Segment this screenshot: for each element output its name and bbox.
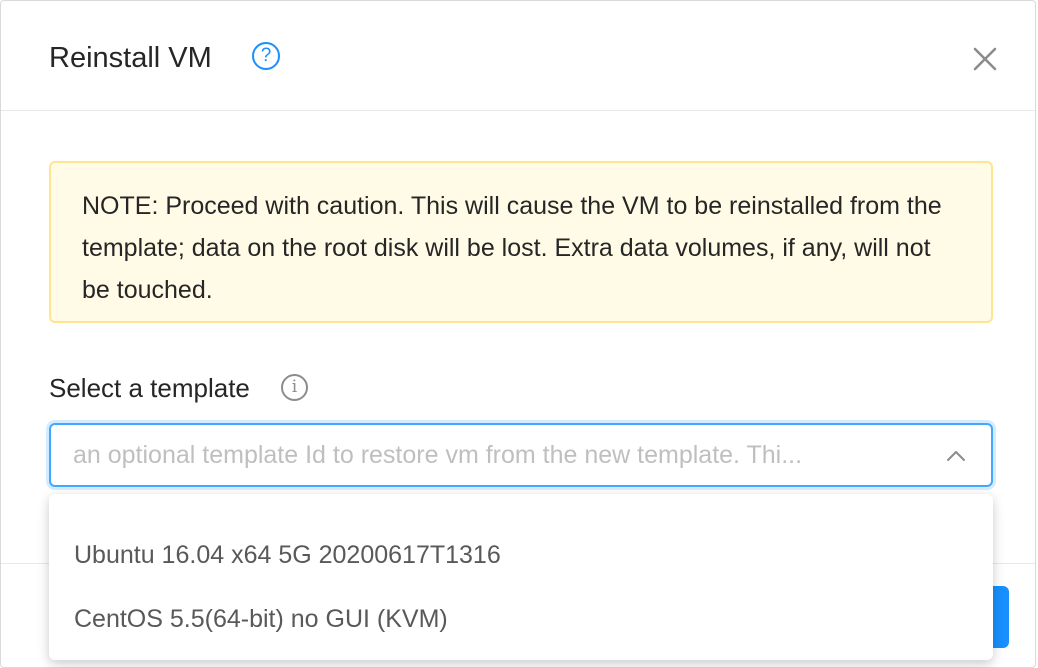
template-select[interactable]: an optional template Id to restore vm fr…: [49, 423, 993, 487]
close-icon-glyph: [973, 47, 997, 71]
template-select-placeholder: an optional template Id to restore vm fr…: [73, 441, 803, 469]
info-icon[interactable]: i: [281, 374, 308, 401]
template-option[interactable]: Ubuntu 16.04 x64 5G 20200617T1316: [49, 525, 993, 585]
template-option[interactable]: CentOS 5.5(64-bit) no GUI (KVM): [49, 589, 993, 649]
chevron-up-icon: [947, 451, 965, 461]
close-icon[interactable]: [969, 43, 1001, 75]
reinstall-vm-dialog: Reinstall VM ? NOTE: Proceed with cautio…: [0, 0, 1036, 668]
template-dropdown: Ubuntu 16.04 x64 5G 20200617T1316 CentOS…: [49, 494, 993, 660]
template-field-label: Select a template: [49, 373, 250, 403]
dialog-title: Reinstall VM: [49, 42, 212, 74]
dialog-header: Reinstall VM ?: [1, 1, 1035, 111]
warning-alert: NOTE: Proceed with caution. This will ca…: [49, 161, 993, 323]
warning-alert-text: NOTE: Proceed with caution. This will ca…: [82, 192, 942, 304]
help-icon[interactable]: ?: [252, 42, 280, 70]
